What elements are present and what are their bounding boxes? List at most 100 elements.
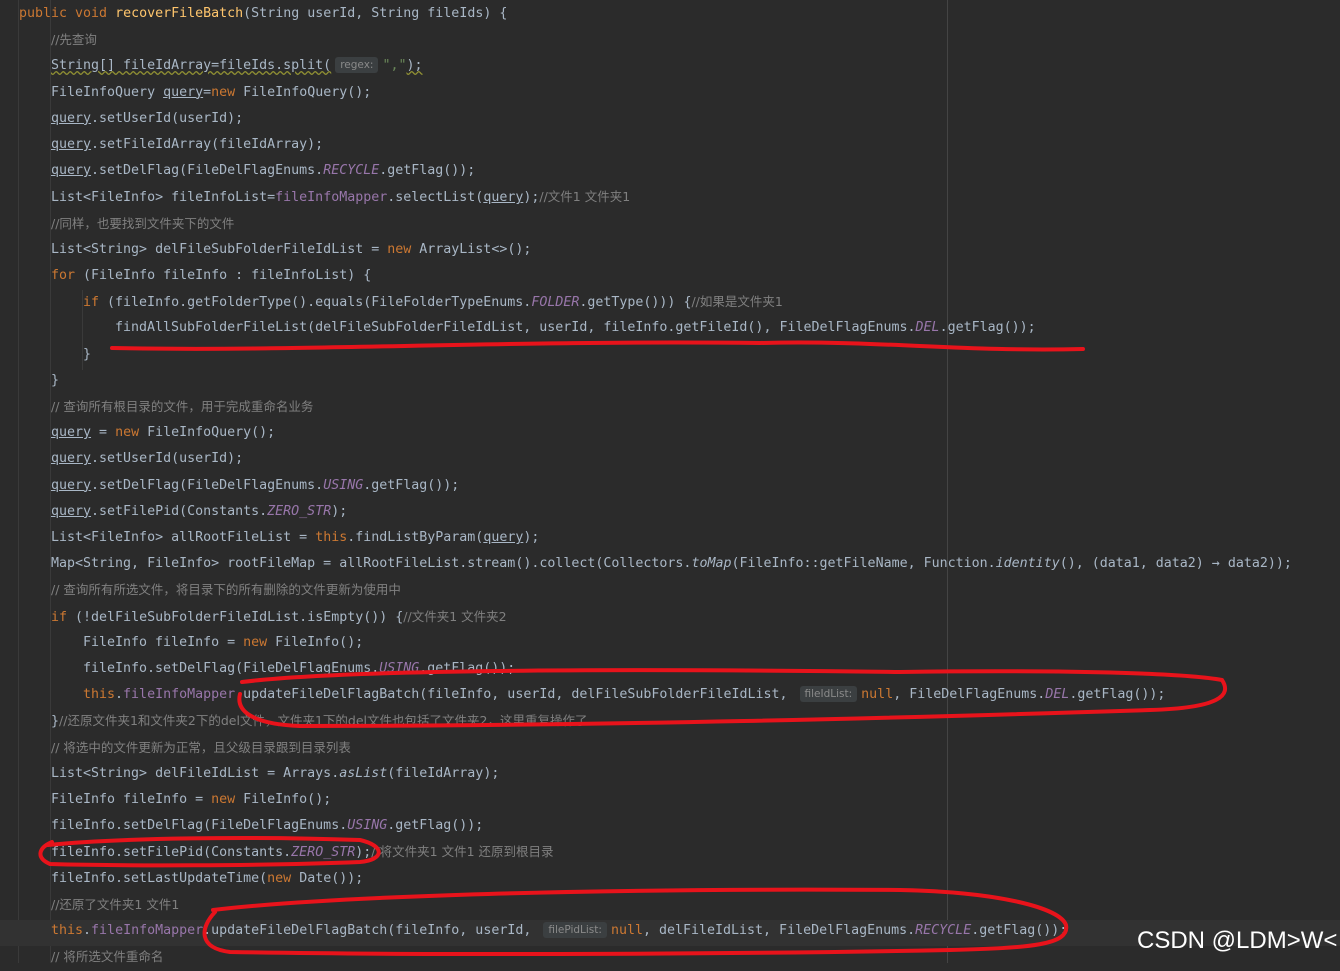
code-token: (fileIdArray); — [387, 765, 500, 781]
code-token: fileInfo.setDelFlag(FileDelFlagEnums. — [51, 818, 348, 834]
code-token: //文件1 文件夹1 — [539, 189, 631, 205]
code-line[interactable]: public void recoverFileBatch(String user… — [19, 1, 507, 27]
code-line[interactable]: } — [83, 342, 91, 368]
code-token: .getFlag()); — [419, 661, 516, 676]
code-token: } — [83, 346, 92, 362]
code-token: (fileInfo.getFolderType().equals(FileFol… — [107, 295, 532, 311]
code-token: .setDelFlag(FileDelFlagEnums. — [91, 477, 324, 493]
code-token: null — [610, 923, 643, 938]
code-token: ); — [331, 503, 348, 519]
parameter-hint: filePidList: — [543, 922, 607, 938]
code-line[interactable]: // 将选中的文件更新为正常，且父级目录跟到目录列表 — [51, 735, 351, 761]
code-line[interactable]: FileInfo fileInfo = new FileInfo(); — [51, 787, 331, 813]
code-token: query — [163, 84, 204, 100]
code-token: = — [203, 84, 212, 100]
code-line[interactable]: if (fileInfo.getFolderType().equals(File… — [83, 289, 783, 315]
code-token: //如果是文件夹1 — [691, 294, 783, 310]
code-token: for — [51, 268, 84, 283]
code-token: ZERO_STR — [291, 845, 356, 861]
code-token: FileInfoQuery(); — [243, 84, 372, 100]
code-line[interactable]: //同样，也要找到文件夹下的文件 — [51, 211, 234, 237]
code-line[interactable]: fileInfo.setLastUpdateTime(new Date()); — [51, 866, 363, 892]
code-token: .getFlag()); — [387, 818, 484, 834]
code-token: USING — [379, 661, 420, 676]
code-line[interactable]: this.fileInfoMapper.updateFileDelFlagBat… — [51, 918, 1067, 944]
code-line[interactable]: query = new FileInfoQuery(); — [51, 420, 275, 446]
code-token: query — [51, 451, 92, 467]
code-line[interactable]: FileInfo fileInfo = new FileInfo(); — [83, 630, 363, 656]
code-line[interactable]: } — [51, 368, 59, 394]
code-line[interactable]: List<FileInfo> allRootFileList = this.fi… — [51, 525, 539, 551]
code-token: , delFileIdList, FileDelFlagEnums. — [642, 923, 916, 938]
code-line[interactable]: findAllSubFolderFileList(delFileSubFolde… — [115, 315, 1036, 341]
code-token: ); — [523, 530, 540, 545]
code-line[interactable]: fileInfo.setDelFlag(FileDelFlagEnums.USI… — [51, 813, 483, 839]
code-token: FileInfo fileInfo = — [83, 634, 244, 650]
code-token: FileInfo fileInfo = — [51, 792, 212, 807]
code-token: .selectList( — [387, 190, 484, 206]
code-line[interactable]: //还原了文件夹1 文件1 — [51, 892, 179, 918]
code-token: this — [315, 530, 348, 545]
code-token: (!delFileSubFolderFileIdList.isEmpty()) … — [75, 609, 404, 625]
code-line[interactable]: query.setDelFlag(FileDelFlagEnums.RECYCL… — [51, 158, 475, 184]
code-line[interactable]: List<String> delFileIdList = Arrays.asLi… — [51, 761, 499, 787]
code-token: "," — [382, 58, 407, 74]
code-token: ZERO_STR — [267, 503, 332, 519]
code-token: DEL — [1045, 687, 1070, 703]
code-token: if — [51, 609, 76, 625]
code-token: public void — [19, 6, 116, 21]
code-line[interactable]: //先查询 — [51, 27, 97, 53]
code-token: this — [83, 687, 116, 703]
code-line[interactable]: // 将所选文件重命名 — [51, 944, 163, 970]
code-line[interactable]: for (FileInfo fileInfo : fileInfoList) { — [51, 263, 371, 289]
code-token: findAllSubFolderFileList(delFileSubFolde… — [115, 320, 916, 336]
code-token: .getFlag()); — [363, 477, 460, 493]
code-token: //文件夹1 文件夹2 — [403, 608, 507, 624]
code-token: fileInfo.setDelFlag(FileDelFlagEnums. — [83, 661, 380, 676]
code-token: this — [51, 923, 84, 938]
code-token: Map<String, FileInfo> rootFileMap = allR… — [51, 556, 692, 572]
code-line[interactable]: List<FileInfo> fileInfoList=fileInfoMapp… — [51, 184, 630, 210]
code-line[interactable]: String[] fileIdArray=fileIds.split(regex… — [51, 53, 423, 79]
code-line[interactable]: query.setUserId(userId); — [51, 106, 243, 132]
code-token: null — [861, 687, 894, 703]
code-token: fileInfo.setLastUpdateTime( — [51, 870, 268, 886]
code-line[interactable]: Map<String, FileInfo> rootFileMap = allR… — [51, 551, 1292, 577]
code-token: fileInfoMapper — [123, 687, 236, 703]
code-token: // 查询所有根目录的文件，用于完成重命名业务 — [51, 399, 314, 414]
code-token: identity — [995, 556, 1060, 572]
code-token: .setDelFlag(FileDelFlagEnums. — [91, 163, 324, 179]
code-token: (), (data1, data2) → data2)); — [1059, 556, 1292, 572]
code-line[interactable]: // 查询所有根目录的文件，用于完成重命名业务 — [51, 394, 313, 420]
code-token: RECYCLE — [323, 163, 380, 179]
code-token: (FileInfo fileInfo : fileInfoList) { — [83, 268, 372, 283]
code-token: . — [115, 687, 124, 703]
code-token: fileInfo.setFilePid(Constants. — [51, 845, 292, 861]
code-token: new — [115, 425, 148, 441]
code-token: .findListByParam( — [347, 530, 484, 545]
code-line[interactable]: List<String> delFileSubFolderFileIdList … — [51, 237, 531, 263]
code-editor[interactable]: public void recoverFileBatch(String user… — [0, 0, 1340, 964]
code-token: query — [483, 190, 524, 206]
code-line[interactable]: if (!delFileSubFolderFileIdList.isEmpty(… — [51, 604, 507, 630]
code-line[interactable]: fileInfo.setFilePid(Constants.ZERO_STR);… — [51, 839, 554, 865]
code-token: query — [51, 110, 92, 126]
code-line[interactable]: query.setFileIdArray(fileIdArray); — [51, 132, 323, 158]
code-line[interactable]: }//还原文件夹1和文件夹2下的del文件，文件夹1下的del文件也包括了文件夹… — [51, 708, 587, 734]
code-token: query — [51, 503, 92, 519]
code-line[interactable]: query.setUserId(userId); — [51, 446, 243, 472]
code-line[interactable]: fileInfo.setDelFlag(FileDelFlagEnums.USI… — [83, 656, 515, 682]
code-line[interactable]: query.setDelFlag(FileDelFlagEnums.USING.… — [51, 473, 459, 499]
code-token: (FileInfo::getFileName, Function. — [731, 556, 996, 572]
code-token: FileInfo(); — [243, 792, 332, 807]
code-line[interactable]: // 查询所有所选文件，将目录下的所有删除的文件更新为使用中 — [51, 577, 401, 603]
code-line[interactable]: FileInfoQuery query=new FileInfoQuery(); — [51, 80, 371, 106]
code-token: FileInfo(); — [275, 634, 364, 650]
code-line[interactable]: query.setFilePid(Constants.ZERO_STR); — [51, 499, 347, 525]
code-token: FOLDER — [531, 295, 580, 311]
code-line[interactable]: this.fileInfoMapper.updateFileDelFlagBat… — [83, 682, 1165, 708]
code-token: List<String> delFileSubFolderFileIdList … — [51, 241, 388, 257]
code-token: .getFlag()); — [379, 163, 476, 179]
code-token: //还原了文件夹1 文件1 — [51, 896, 180, 912]
code-token: DEL — [915, 320, 940, 336]
